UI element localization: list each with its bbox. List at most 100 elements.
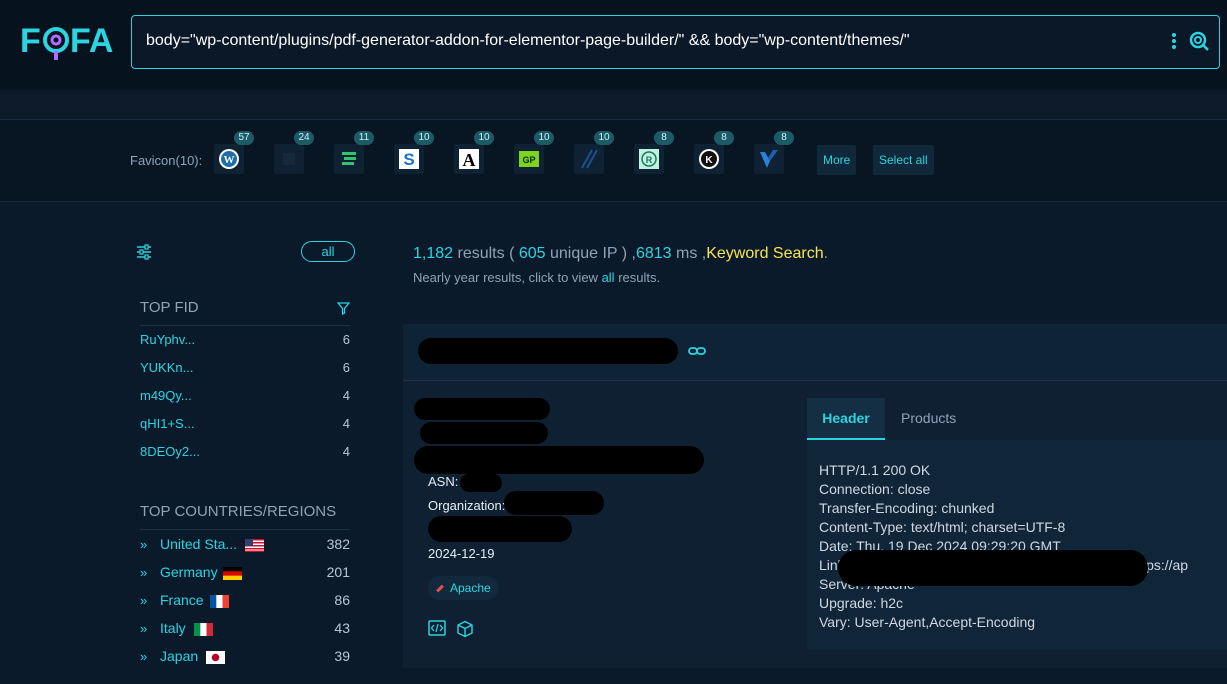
apache-tag[interactable]: Apache <box>428 576 499 600</box>
tab-products[interactable]: Products <box>901 398 956 440</box>
favicon-count-badge: 57 <box>234 131 254 145</box>
redacted-asn <box>460 474 502 492</box>
svg-text:A: A <box>463 150 476 170</box>
favicon-count-badge: 10 <box>534 131 554 145</box>
favicon-wordpress[interactable]: W 57 <box>214 131 254 174</box>
favicon-label: Favicon(10): <box>130 153 203 168</box>
all-results-toggle[interactable]: all <box>301 241 355 262</box>
favicon-slash[interactable]: 10 <box>574 131 614 174</box>
country-label[interactable]: Germany <box>160 564 218 580</box>
top-bar: F FA body="wp-content/plugins/pdf-genera… <box>0 0 1227 90</box>
funnel-icon[interactable] <box>337 302 350 315</box>
favicon-blue-v[interactable]: 8 <box>754 131 794 174</box>
blue-v-icon <box>760 150 778 168</box>
wordpress-icon: W <box>219 149 239 169</box>
cube-icon[interactable] <box>456 620 474 638</box>
jp-flag-icon <box>206 651 225 664</box>
favicon-letter-a[interactable]: A 10 <box>454 131 494 174</box>
double-chevron-icon: » <box>140 593 148 608</box>
favicon-circle-k[interactable]: K 8 <box>694 131 734 174</box>
header-line: Upgrade: h2c <box>819 595 904 611</box>
country-item[interactable]: » Germany 201 <box>140 564 350 584</box>
svg-text:K: K <box>705 155 713 166</box>
redacted-host <box>418 338 678 364</box>
fid-label[interactable]: m49Qy... <box>140 388 192 403</box>
country-item[interactable]: » Italy 43 <box>140 620 350 640</box>
header-line: HTTP/1.1 200 OK <box>819 462 931 478</box>
http-header-text: HTTP/1.1 200 OK Connection: close Transfer… <box>819 461 1227 632</box>
more-vertical-icon[interactable] <box>1171 32 1177 50</box>
keyword-search-label: Keyword Search <box>706 245 824 262</box>
fid-label[interactable]: qHI1+S... <box>140 416 195 431</box>
header-line: Content-Type: text/html; charset=UTF-8 <box>819 519 1066 535</box>
favicon-more-button[interactable]: More <box>817 145 857 175</box>
double-chevron-icon: » <box>140 565 148 580</box>
search-input[interactable]: body="wp-content/plugins/pdf-generator-a… <box>131 15 1220 69</box>
fid-item[interactable]: YUKKn... 6 <box>140 360 350 380</box>
fofa-logo[interactable]: F FA <box>20 20 130 60</box>
country-label[interactable]: Japan <box>160 648 198 664</box>
redacted-org-line <box>428 516 572 542</box>
fid-count: 4 <box>342 388 350 403</box>
blue-s-icon: S <box>399 149 419 169</box>
redacted-location <box>414 446 704 474</box>
circle-k-icon: K <box>699 149 719 169</box>
favicon-count-badge: 24 <box>294 131 314 145</box>
fid-item[interactable]: 8DEOy2... 4 <box>140 444 350 464</box>
favicon-select-all-button[interactable]: Select all <box>873 145 934 175</box>
country-item[interactable]: » France 86 <box>140 592 350 612</box>
svg-text:W: W <box>224 154 235 166</box>
de-flag-icon <box>223 567 242 580</box>
fid-label[interactable]: 8DEOy2... <box>140 444 200 459</box>
code-icon[interactable] <box>428 620 446 636</box>
results-count: 1,182 <box>413 245 454 262</box>
double-chevron-icon: » <box>140 537 148 552</box>
fid-count: 4 <box>342 444 350 459</box>
fid-count: 6 <box>342 332 350 347</box>
fid-label[interactable]: RuYphv... <box>140 332 195 347</box>
favicon-blue-s[interactable]: S 10 <box>394 131 434 174</box>
link-icon[interactable] <box>688 346 706 356</box>
unique-word: unique IP ) , <box>545 245 636 262</box>
favicon-green-stripes[interactable]: 11 <box>334 131 374 174</box>
fid-item[interactable]: qHI1+S... 4 <box>140 416 350 436</box>
search-icon[interactable] <box>1189 31 1209 51</box>
results-summary: 1,182 results ( 605 unique IP ) ,6813 ms… <box>413 245 828 263</box>
fid-item[interactable]: RuYphv... 6 <box>140 332 350 352</box>
country-label[interactable]: Italy <box>160 620 186 636</box>
country-count: 39 <box>334 648 350 664</box>
favicon-dark-square[interactable]: 24 <box>274 131 314 174</box>
tab-header[interactable]: Header <box>807 398 885 440</box>
divider <box>140 529 350 530</box>
country-label[interactable]: France <box>160 592 204 608</box>
period: . <box>823 245 829 262</box>
country-count: 43 <box>334 620 350 636</box>
top-countries-title: TOP COUNTRIES/REGIONS <box>140 503 337 520</box>
favicon-circle-r[interactable]: R 8 <box>634 131 674 174</box>
divider <box>140 325 350 326</box>
header-line: Connection: close <box>819 481 931 497</box>
redacted-link <box>838 550 1148 586</box>
apache-tag-label: Apache <box>450 581 491 595</box>
redacted-ip <box>414 398 550 420</box>
fr-flag-icon <box>210 595 229 608</box>
country-count: 86 <box>334 592 350 608</box>
country-item[interactable]: » United Sta... 382 <box>140 536 350 556</box>
letter-a-icon: A <box>459 149 479 170</box>
green-stripes-icon <box>342 152 356 165</box>
note-prefix: Nearly year results, click to view <box>413 270 602 285</box>
gp-icon: GP <box>519 151 539 167</box>
favicon-count-badge: 8 <box>714 131 734 145</box>
top-fid-title: TOP FID <box>140 299 199 316</box>
fid-item[interactable]: m49Qy... 4 <box>140 388 350 408</box>
country-item[interactable]: » Japan 39 <box>140 648 350 668</box>
results-note: Nearly year results, click to view all r… <box>413 270 660 285</box>
view-all-link[interactable]: all <box>602 270 615 285</box>
favicon-gp[interactable]: GP 10 <box>514 131 554 174</box>
redacted-org <box>504 491 604 515</box>
country-label[interactable]: United Sta... <box>160 536 237 552</box>
favicon-count-badge: 8 <box>654 131 674 145</box>
fid-label[interactable]: YUKKn... <box>140 360 193 375</box>
filter-settings-icon[interactable] <box>136 244 152 260</box>
query-time: 6813 <box>635 245 672 262</box>
